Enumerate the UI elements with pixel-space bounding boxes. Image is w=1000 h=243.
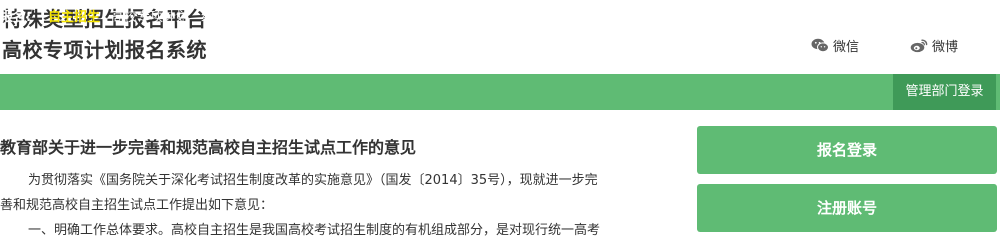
nav-prefix: 报名: (0, 10, 32, 25)
nav-item-yundongdui[interactable]: 高水平运动队 (408, 0, 486, 36)
nav-link-guide[interactable]: 系统使用说明 (765, 0, 843, 36)
nav-separator: | (652, 10, 657, 25)
wechat-label: 微信 (833, 40, 860, 55)
wechat-icon (811, 38, 829, 53)
nav-link-list[interactable]: 名单公示 (673, 0, 725, 36)
nav-item-yishutuan[interactable]: 高水平艺术团 (316, 0, 394, 36)
nav-separator: | (745, 10, 750, 25)
weibo-link[interactable]: 微博 (910, 36, 958, 55)
nav-item-zhuanxiang[interactable]: 高校专项计划 (111, 0, 189, 36)
register-account-button[interactable]: 注册账号 (697, 184, 997, 232)
admin-login-button[interactable]: 管理部门登录 (893, 74, 996, 110)
nav-separator: | (560, 10, 565, 25)
main-nav-bar (0, 74, 1000, 110)
nav-item-yishulei[interactable]: 艺术类 (501, 0, 540, 36)
wechat-link[interactable]: 微信 (811, 36, 859, 55)
nav-item-baosong[interactable]: 保送生 (266, 0, 305, 36)
weibo-icon (910, 38, 928, 53)
nav-item-zonghe[interactable]: 综合评价 (201, 0, 253, 36)
weibo-label: 微博 (932, 40, 959, 55)
article-paragraph: 为贯彻落实《国务院关于深化考试招生制度改革的实施意见》（国发〔2014〕35号）… (28, 173, 598, 188)
signup-login-button[interactable]: 报名登录 (697, 126, 997, 174)
nav-item-zizhu[interactable]: 自主招生 (48, 0, 100, 36)
nav-link-info[interactable]: 信息发布 (580, 0, 632, 36)
article-title[interactable]: 教育部关于进一步完善和规范高校自主招生试点工作的意见 (0, 134, 416, 158)
site-title-line2: 高校专项计划报名系统 (2, 38, 207, 62)
article-paragraph: 善和规范高校自主招生试点工作提出如下意见： (0, 198, 274, 213)
article-paragraph: 一、明确工作总体要求。高校自主招生是我国高校考试招生制度的有机组成部分，是对现行… (28, 223, 601, 238)
